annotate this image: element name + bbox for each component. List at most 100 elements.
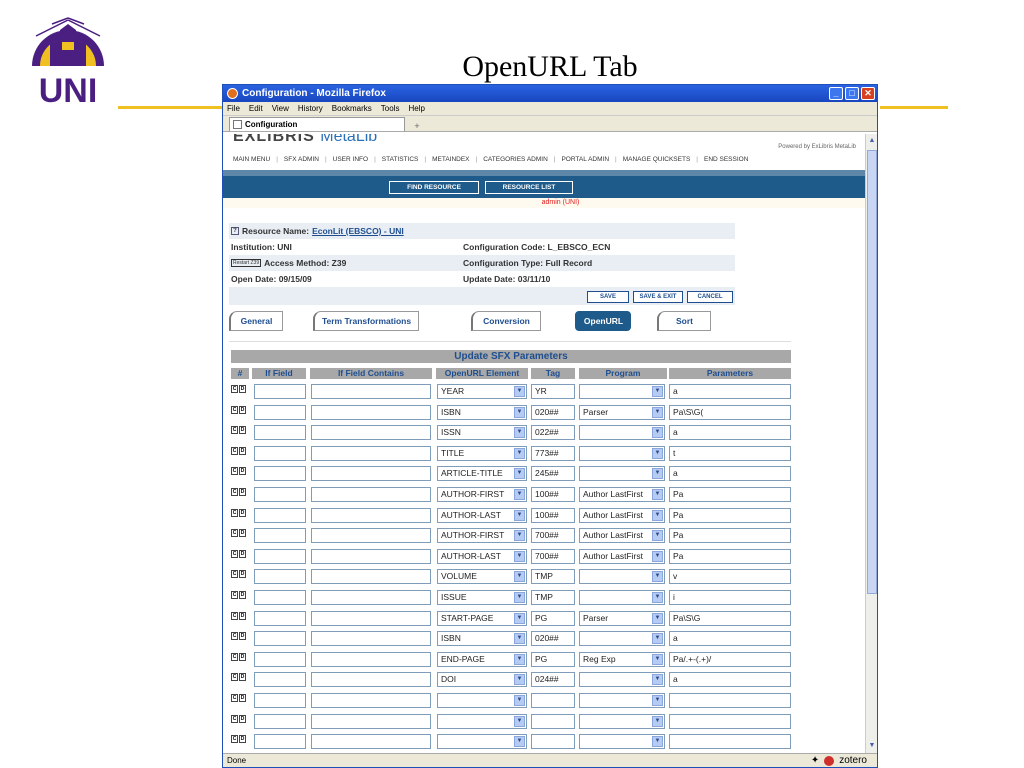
openurl-element-select[interactable]: VOLUME ▼ (437, 569, 527, 585)
if-field-input[interactable] (254, 610, 306, 626)
program-select[interactable]: Reg Exp ▼ (579, 651, 665, 667)
program-select[interactable]: ▼ (579, 384, 665, 399)
if-field-contains-input[interactable] (311, 425, 431, 441)
scroll-down-icon[interactable]: ▼ (867, 741, 877, 751)
program-select[interactable]: ▼ (579, 672, 665, 688)
delete-row-button[interactable]: D (239, 549, 246, 558)
tab-term-transformations[interactable]: Term Transformations (313, 311, 419, 331)
browser-tab-configuration[interactable]: Configuration (229, 117, 405, 131)
parameters-input[interactable]: Pa (669, 548, 791, 564)
if-field-contains-input[interactable] (311, 569, 431, 585)
copy-row-button[interactable]: C (231, 714, 238, 723)
if-field-contains-input[interactable] (311, 672, 431, 688)
parameters-input[interactable]: i (669, 590, 791, 605)
program-select[interactable]: Parser ▼ (579, 404, 665, 420)
menu-help[interactable]: Help (408, 104, 424, 113)
parameters-input[interactable] (669, 734, 791, 750)
nav-manage-quicksets[interactable]: MANAGE QUICKSETS (623, 156, 691, 163)
copy-row-button[interactable]: C (231, 385, 238, 393)
resource-list-button[interactable]: RESOURCE LIST (485, 181, 573, 194)
tab-openurl[interactable]: OpenURL (575, 311, 631, 331)
copy-row-button[interactable]: C (231, 467, 238, 476)
help-icon[interactable]: ? (231, 227, 239, 235)
copy-row-button[interactable]: C (231, 611, 238, 620)
parameters-input[interactable] (669, 713, 791, 729)
resource-name-link[interactable]: EconLit (EBSCO) - UNI (312, 226, 404, 236)
if-field-contains-input[interactable] (311, 487, 431, 502)
if-field-contains-input[interactable] (311, 651, 431, 667)
program-select[interactable]: ▼ (579, 466, 665, 482)
delete-row-button[interactable]: D (239, 405, 246, 414)
tag-input[interactable]: 024## (531, 672, 575, 688)
tab-sort[interactable]: Sort (657, 311, 711, 331)
if-field-input[interactable] (254, 631, 306, 647)
program-select[interactable]: ▼ (579, 693, 665, 708)
vertical-scrollbar[interactable]: ▲ ▼ (865, 134, 877, 753)
delete-row-button[interactable]: D (239, 694, 246, 702)
maximize-button[interactable]: □ (845, 87, 859, 100)
copy-row-button[interactable]: C (231, 694, 238, 702)
openurl-element-select[interactable]: TITLE ▼ (437, 445, 527, 461)
parameters-input[interactable]: Pa (669, 507, 791, 523)
delete-row-button[interactable]: D (239, 652, 246, 661)
nav-sfx-admin[interactable]: SFX ADMIN (284, 156, 319, 163)
copy-row-button[interactable]: C (231, 591, 238, 599)
if-field-contains-input[interactable] (311, 734, 431, 750)
tag-input[interactable]: TMP (531, 590, 575, 605)
minimize-button[interactable]: _ (829, 87, 843, 100)
copy-row-button[interactable]: C (231, 446, 238, 455)
copy-row-button[interactable]: C (231, 508, 238, 517)
copy-row-button[interactable]: C (231, 529, 238, 538)
menu-tools[interactable]: Tools (381, 104, 400, 113)
if-field-contains-input[interactable] (311, 693, 431, 708)
program-select[interactable]: ▼ (579, 569, 665, 585)
if-field-input[interactable] (254, 487, 306, 502)
program-select[interactable]: ▼ (579, 713, 665, 729)
nav-main-menu[interactable]: MAIN MENU (233, 156, 270, 163)
menu-edit[interactable]: Edit (249, 104, 263, 113)
if-field-contains-input[interactable] (311, 590, 431, 605)
nav-user-info[interactable]: USER INFO (333, 156, 368, 163)
openurl-element-select[interactable]: ISSUE ▼ (437, 590, 527, 605)
if-field-input[interactable] (254, 713, 306, 729)
tag-input[interactable]: 773## (531, 445, 575, 461)
openurl-element-select[interactable]: ARTICLE-TITLE ▼ (437, 466, 527, 482)
zotero-label[interactable]: zotero (839, 755, 867, 766)
if-field-input[interactable] (254, 569, 306, 585)
if-field-input[interactable] (254, 445, 306, 461)
copy-row-button[interactable]: C (231, 673, 238, 682)
tag-input[interactable]: 020## (531, 631, 575, 647)
openurl-element-select[interactable]: ISBN ▼ (437, 404, 527, 420)
program-select[interactable]: Author LastFirst ▼ (579, 548, 665, 564)
if-field-input[interactable] (254, 693, 306, 708)
program-select[interactable]: Author LastFirst ▼ (579, 507, 665, 523)
if-field-contains-input[interactable] (311, 631, 431, 647)
nav-end-session[interactable]: END SESSION (704, 156, 748, 163)
if-field-contains-input[interactable] (311, 507, 431, 523)
delete-row-button[interactable]: D (239, 426, 246, 435)
tag-input[interactable]: TMP (531, 569, 575, 585)
scroll-thumb[interactable] (867, 150, 877, 594)
openurl-element-select[interactable]: YEAR ▼ (437, 384, 527, 399)
openurl-element-select[interactable]: ISSN ▼ (437, 425, 527, 441)
tag-input[interactable]: 022## (531, 425, 575, 441)
tag-input[interactable]: 245## (531, 466, 575, 482)
tag-input[interactable] (531, 693, 575, 708)
if-field-contains-input[interactable] (311, 445, 431, 461)
program-select[interactable]: Parser ▼ (579, 610, 665, 626)
parameters-input[interactable]: Pa\S\G( (669, 404, 791, 420)
program-select[interactable]: Author LastFirst ▼ (579, 487, 665, 502)
nav-portal-admin[interactable]: PORTAL ADMIN (561, 156, 609, 163)
menu-view[interactable]: View (272, 104, 289, 113)
program-select[interactable]: Author LastFirst ▼ (579, 528, 665, 544)
delete-row-button[interactable]: D (239, 591, 246, 599)
menu-file[interactable]: File (227, 104, 240, 113)
if-field-input[interactable] (254, 651, 306, 667)
tag-input[interactable]: 020## (531, 404, 575, 420)
parameters-input[interactable]: Pa\S\G (669, 610, 791, 626)
if-field-contains-input[interactable] (311, 528, 431, 544)
restart-z39-button[interactable]: Restart Z39 (231, 259, 262, 267)
copy-row-button[interactable]: C (231, 405, 238, 414)
delete-row-button[interactable]: D (239, 508, 246, 517)
tag-input[interactable]: 700## (531, 548, 575, 564)
